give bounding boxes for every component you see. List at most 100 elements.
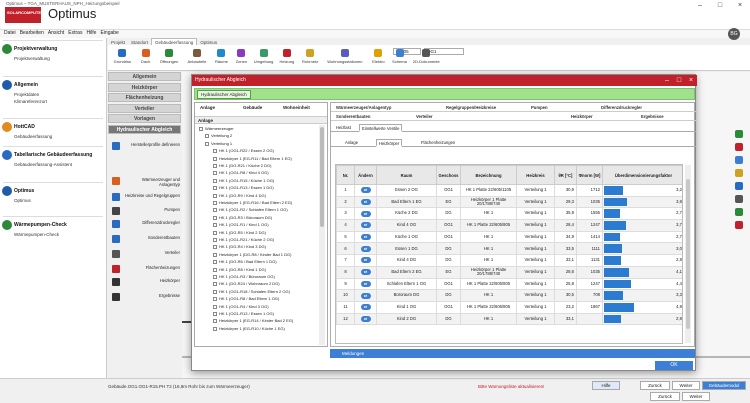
side-tool-icon-5[interactable] [735,195,743,203]
tree-node-25[interactable]: HK 1 (OG1-R13 / Essen 1 OG) [213,311,274,316]
tree-tab-1[interactable]: Gebäude [243,105,262,110]
tree-checkbox[interactable] [213,267,217,272]
tree-node-9[interactable]: HK 1 (DG-R9 / Kind 4 DG) [213,193,266,198]
tree-checkbox[interactable] [213,274,217,279]
result-subtab-0[interactable]: Anlage [343,139,360,147]
table-scrollbar[interactable] [685,165,691,343]
menu-item-4[interactable]: Hilfe [86,30,96,36]
mid-button-1[interactable]: Heizkörper [108,82,181,92]
next-button-2[interactable]: Weiter [682,392,710,401]
tree-node-12[interactable]: HK 1 (DG-R3 / Büroraum DG) [213,215,272,220]
mid-item-3[interactable]: Pumpen [112,206,180,216]
ribbon-item-12[interactable]: 2D-Dokumente [411,59,443,64]
table-row[interactable]: 7 ⇄ Kind 4 DG DG HK 1 Verteilung 1 33,1 1131 2,9 [336,254,682,267]
left-section-title-4[interactable]: Optimus [14,188,34,194]
tree-node-23[interactable]: HK 1 (OG1-R8 / Bad Eltern 1 OG) [213,296,279,301]
column-header-7[interactable]: Φnorm [W] [576,165,603,185]
tree-node-18[interactable]: HK 1 (DG-R6 / Bad Eltern 1 DG) [213,259,277,264]
tree-node-16[interactable]: HK 1 (DG-R4 / Kind 3 DG) [213,244,266,249]
mid-item-1[interactable]: Wärmeerzeuger und Anlagentyp [112,176,180,187]
mid-item-7[interactable]: Flächenheizungen [112,264,180,274]
tree-node-24[interactable]: HK 1 (OG1-R4 / Kind 3 OG) [213,304,269,309]
mid-item-9[interactable]: Ergebnisse [112,292,180,302]
tree-checkbox[interactable] [205,141,209,146]
table-row[interactable]: 9 ⇄ Schlafen Eltern 1 OG OG1 HK 1 Platte 22/… [336,277,682,291]
side-tool-icon-1[interactable] [735,143,743,151]
tab-row2-1[interactable]: Verteiler [416,114,433,119]
ribbon-item-0[interactable]: Grundriss [110,59,135,64]
mid-item-8[interactable]: Heizkörper [112,277,180,287]
column-header-3[interactable]: Geschoss [436,165,461,185]
tree-node-0[interactable]: Wärmeerzeuger [199,126,234,131]
tree-checkbox[interactable] [213,297,217,302]
column-header-4[interactable]: Bezeichnung [460,165,517,185]
column-header-0[interactable]: Nr. [336,165,355,185]
side-tool-icon-2[interactable] [735,156,743,164]
tree-checkbox[interactable] [213,245,217,250]
tree-node-6[interactable]: HK 1 (OG1-R8 / Kind 4 OG) [213,170,269,175]
tree-tab-0[interactable]: Anlage [200,105,215,110]
mid-button-3[interactable]: Verteiler [108,103,181,113]
left-section-item-1-0[interactable]: Projektdaten [14,92,39,97]
left-section-title-1[interactable]: Allgemein [14,82,38,88]
tree-node-1[interactable]: Verteilung 2 [205,133,232,138]
menu-item-2[interactable]: Ansicht [48,30,64,36]
ribbon-item-9[interactable]: Wohnungsstationen [323,59,366,64]
side-tool-icon-7[interactable] [735,221,743,229]
tab-2[interactable]: Pumpen [531,105,548,110]
left-section-item-2-0[interactable]: Gebäudeerfassung [14,134,52,139]
ribbon-item-2[interactable]: Öffnungen [157,59,182,64]
column-header-8[interactable]: Überdimensionierungsfaktor [602,165,682,185]
menu-item-5[interactable]: Eingabe [100,30,118,36]
edit-arrows-icon[interactable]: ⇄ [360,245,371,252]
tree-checkbox[interactable] [213,230,217,235]
ribbon-item-6[interactable]: Umgebung [252,59,274,64]
table-row[interactable]: 2 ⇄ Bad Eltern 1 EG EG Heizkörper 1 Platte 2… [336,195,682,209]
mid-button-4[interactable]: Vorlagen [108,114,181,123]
tab-row2-0[interactable]: Sonderentbauten [336,114,370,119]
tree-checkbox[interactable] [213,304,217,309]
table-row[interactable]: 5 ⇄ Küche 1 OG OG1 HK 1 Verteilung 1 34,9 1414 2… [336,230,682,244]
tree-checkbox[interactable] [213,260,217,265]
subtab-1[interactable]: Einstellwerte Ventile [359,124,403,132]
tree-checkbox[interactable] [213,289,217,294]
left-section-title-0[interactable]: Projektverwaltung [14,46,57,52]
left-section-title-5[interactable]: Wärmepumpen-Check [14,222,67,228]
tree-node-21[interactable]: HK 1 (DG-R24 / Wohnraum 2 DG) [213,281,280,286]
subtab-0[interactable]: Heizlast [334,124,353,132]
tree-checkbox[interactable] [213,208,217,213]
result-subtab-1[interactable]: Heizkörper [376,139,403,147]
ribbon-item-8[interactable]: Rohrnetz [299,59,321,64]
warning-text[interactable]: Bitte Warnungsliste aktualisieren! [478,384,544,389]
edit-arrows-icon[interactable]: ⇄ [360,257,371,264]
column-header-2[interactable]: Raum [376,165,437,185]
tree-node-19[interactable]: HK 1 (DG-R8 / Kind 1 DG) [213,267,266,272]
side-tool-icon-0[interactable] [735,130,743,138]
result-subtab-2[interactable]: Flächenheizungen [419,139,457,147]
tree-scrollbar[interactable] [319,125,325,345]
tree-checkbox[interactable] [213,193,217,198]
tree-node-26[interactable]: Heizkörper 1 (EG-R14 / Kinder Bad 2 EG) [213,318,293,323]
edit-arrows-icon[interactable]: ⇄ [360,280,371,287]
table-row[interactable]: 6 ⇄ Essen 1 DG DG HK 1 Verteilung 1 33,5 1111 3,… [336,242,682,256]
tab-row2-2[interactable]: Heizkörper [571,114,593,119]
tree-node-7[interactable]: HK 1 (OG1-R15 / Küche 1 OG) [213,178,274,183]
edit-arrows-icon[interactable]: ⇄ [360,304,371,311]
left-section-item-3-0[interactable]: Gebäudeerfassung-Assistent [14,162,72,167]
mid-button-2[interactable]: Flächenheizung [108,93,181,102]
table-row[interactable]: 11 ⇄ Kind 1 OG OG1 HK 1 Platte 22/605/805 Ver… [336,300,682,314]
next-button[interactable]: Weiter [672,381,700,390]
table-row[interactable]: 3 ⇄ Küche 2 DG DG HK 1 Verteilung 1 35,9 1555 2,… [336,207,682,221]
tree-node-5[interactable]: HK 1 (DG-R21 / Küche 2 DG) [213,163,271,168]
column-header-5[interactable]: Heizkreis [516,165,555,185]
dialog-minimize-icon[interactable]: – [662,75,672,86]
menu-item-0[interactable]: Datei [4,30,16,36]
tree-node-22[interactable]: HK 1 (OG1-R18 / Schlafen Eltern 2 OG) [213,289,290,294]
tree-checkbox[interactable] [213,178,217,183]
menu-item-1[interactable]: Bearbeiten [20,30,44,36]
tree-checkbox[interactable] [213,149,217,154]
tree-checkbox[interactable] [213,282,217,287]
mid-item-0[interactable]: Herstellerprofile definieren [112,141,180,151]
dialog-close-icon[interactable]: × [686,75,696,86]
left-section-item-5-0[interactable]: Wärmepumpen-Check [14,232,59,237]
